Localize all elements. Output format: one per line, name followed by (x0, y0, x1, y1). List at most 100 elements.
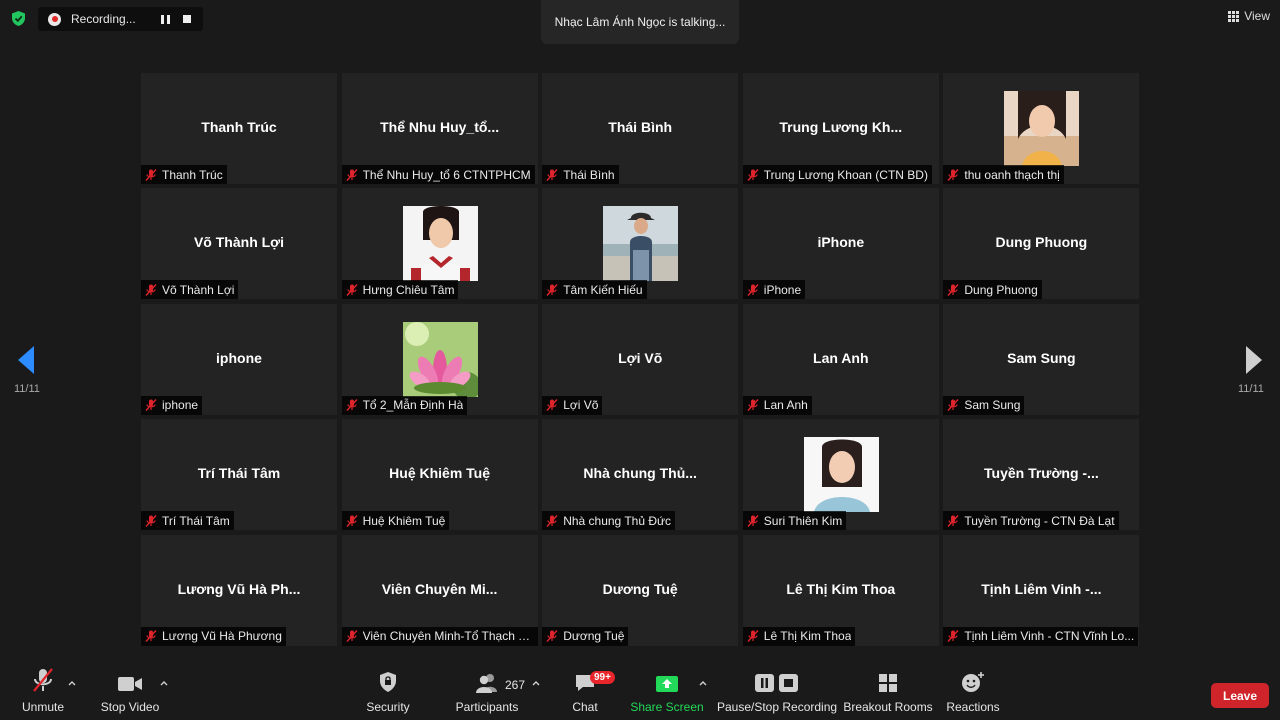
active-speaker-banner: Nhạc Lâm Ánh Ngọc is talking... (541, 0, 739, 44)
recording-indicator: Recording... (38, 7, 203, 31)
stop-video-label: Stop Video (100, 700, 160, 714)
participant-label-text: Tổ 2_Mẫn Định Hà (362, 398, 464, 413)
unmute-button[interactable]: Unmute (18, 664, 68, 720)
muted-mic-icon (747, 168, 759, 181)
muted-mic-icon (747, 399, 759, 412)
participant-display-name: Trí Thái Tâm (197, 465, 281, 482)
pause-stop-recording-label: Pause/Stop Recording (716, 700, 838, 714)
participant-name-label: Nhà chung Thủ Đức (542, 511, 676, 531)
share-screen-button[interactable]: Share Screen (630, 664, 704, 720)
video-options-caret-icon[interactable] (160, 680, 168, 686)
stop-video-button[interactable]: Stop Video (100, 664, 160, 720)
participant-display-name: Tuyền Trường -... (984, 465, 1099, 482)
participant-tile[interactable]: Dương Tuệ Dương Tuệ (542, 534, 739, 646)
meeting-toolbar: Unmute Stop Video Security 267 Participa… (0, 664, 1280, 720)
participant-tile[interactable]: Lê Thị Kim Thoa Lê Thị Kim Thoa (742, 534, 939, 646)
participant-tile[interactable]: Lương Vũ Hà Ph... Lương Vũ Hà Phương (141, 534, 337, 646)
reactions-button[interactable]: Reactions (946, 664, 1000, 720)
participant-label-text: iPhone (763, 282, 802, 297)
participant-name-label: Dung Phuong (943, 280, 1042, 300)
participant-tile[interactable]: Tổ 2_Mẫn Định Hà (341, 303, 538, 415)
muted-mic-icon (145, 168, 157, 181)
participant-tile[interactable]: thu oanh thạch thị (943, 73, 1140, 184)
participant-name-label: Lương Vũ Hà Phương (141, 626, 286, 646)
participant-tile[interactable]: Huệ Khiêm Tuệ Huệ Khiêm Tuệ (341, 419, 538, 531)
view-label: View (1244, 9, 1270, 23)
reactions-smiley-icon (962, 672, 984, 692)
participant-name-label: Dương Tuệ (542, 626, 629, 646)
participants-options-caret-icon[interactable] (532, 680, 540, 686)
muted-mic-icon (947, 399, 959, 412)
muted-mic-icon (747, 514, 759, 527)
participant-display-name: Thái Bình (608, 119, 673, 135)
participants-button[interactable]: 267 Participants (454, 664, 525, 720)
participant-tile[interactable]: Lan Anh Lan Anh (742, 303, 939, 415)
participant-tile[interactable]: iphone iphone (141, 303, 337, 415)
participant-tile[interactable]: Viên Chuyên Mi... Viên Chuyên Minh-Tổ Th… (341, 534, 538, 646)
reactions-label: Reactions (946, 700, 1000, 714)
participant-tile[interactable]: Hưng Chiêu Tâm (341, 188, 538, 300)
muted-mic-icon (947, 168, 959, 181)
participant-tile[interactable]: Trí Thái Tâm Trí Thái Tâm (141, 419, 337, 531)
participant-tile[interactable]: Thanh Trúc Thanh Trúc (141, 73, 337, 184)
participant-name-label: Hưng Chiêu Tâm (341, 280, 459, 300)
participant-label-text: Thanh Trúc (162, 167, 223, 182)
participant-display-name: Dung Phuong (995, 234, 1088, 251)
shield-icon[interactable] (10, 10, 27, 27)
participant-display-name: Viên Chuyên Mi... (381, 580, 498, 597)
participant-name-label: Lợi Võ (542, 395, 603, 415)
participant-tile[interactable]: Tịnh Liêm Vinh -... Tịnh Liêm Vinh - CTN… (943, 534, 1140, 646)
next-page-arrow-icon[interactable] (1246, 346, 1262, 374)
participant-tile[interactable]: Sam Sung Sam Sung (943, 303, 1140, 415)
participant-name-label: thu oanh thạch thị (943, 165, 1064, 184)
security-label: Security (366, 700, 410, 714)
participant-tile[interactable]: Trung Lương Kh... Trung Lương Khoan (CTN… (742, 73, 939, 184)
participant-tile[interactable]: Suri Thiên Kim (742, 419, 939, 531)
view-button[interactable]: View (1228, 9, 1270, 23)
participant-label-text: Huệ Khiêm Tuệ (362, 513, 446, 528)
grid-view-icon (1228, 10, 1240, 22)
share-options-caret-icon[interactable] (699, 680, 707, 686)
participant-tile[interactable]: Nhà chung Thủ... Nhà chung Thủ Đức (542, 419, 739, 531)
participant-display-name: Nhà chung Thủ... (583, 465, 697, 482)
security-button[interactable]: Security (362, 664, 414, 720)
previous-page-arrow-icon[interactable] (18, 346, 34, 374)
muted-mic-icon (145, 630, 157, 643)
chat-unread-badge: 99+ (590, 671, 615, 684)
participant-tile[interactable]: Tâm Kiến Hiếu (542, 188, 739, 300)
muted-mic-icon (346, 630, 358, 643)
participant-display-name: Sam Sung (1007, 349, 1076, 366)
muted-mic-icon (546, 514, 558, 527)
video-grid: Thanh Trúc Thanh Trúc Thể Nhu Huy_tổ... … (141, 73, 1140, 646)
participant-label-text: Võ Thành Lợi (162, 282, 235, 297)
participant-display-name: Lợi Võ (618, 349, 663, 366)
participant-tile[interactable]: iPhone iPhone (742, 188, 939, 300)
participant-name-label: Lê Thị Kim Thoa (742, 626, 856, 646)
muted-mic-icon (546, 399, 558, 412)
participant-tile[interactable]: Võ Thành Lợi Võ Thành Lợi (141, 188, 337, 300)
participant-tile[interactable]: Thể Nhu Huy_tổ... Thể Nhu Huy_tổ 6 CTNTP… (341, 73, 538, 184)
share-screen-icon (656, 676, 678, 692)
participant-display-name: Lan Anh (813, 349, 869, 366)
pause-stop-recording-button[interactable]: Pause/Stop Recording (716, 664, 838, 720)
participant-label-text: Lương Vũ Hà Phương (162, 629, 282, 644)
leave-button[interactable]: Leave (1211, 683, 1269, 708)
breakout-rooms-button[interactable]: Breakout Rooms (843, 664, 933, 720)
chat-label: Chat (572, 700, 598, 714)
participant-tile[interactable]: Dung Phuong Dung Phuong (943, 188, 1140, 300)
participant-tile[interactable]: Thái Bình Thái Bình (542, 73, 739, 184)
muted-mic-icon (145, 514, 157, 527)
pause-recording-button[interactable] (155, 10, 175, 28)
participant-name-label: Tịnh Liêm Vinh - CTN Vĩnh Lo... (943, 626, 1139, 646)
chat-button[interactable]: 99+ Chat (568, 664, 615, 720)
participant-tile[interactable]: Lợi Võ Lợi Võ (542, 303, 739, 415)
participants-label: Participants (455, 700, 519, 714)
participant-label-text: Tịnh Liêm Vinh - CTN Vĩnh Lo... (964, 629, 1135, 644)
stop-recording-button[interactable] (177, 10, 197, 28)
recording-label: Recording... (71, 12, 136, 26)
participant-name-label: Thái Bình (542, 165, 619, 184)
participant-name-label: Viên Chuyên Minh-Tổ Thạch T... (341, 626, 538, 646)
audio-options-caret-icon[interactable] (68, 680, 76, 686)
participant-tile[interactable]: Tuyền Trường -... Tuyền Trường - CTN Đà … (943, 419, 1140, 531)
participant-label-text: Lan Anh (763, 398, 808, 413)
